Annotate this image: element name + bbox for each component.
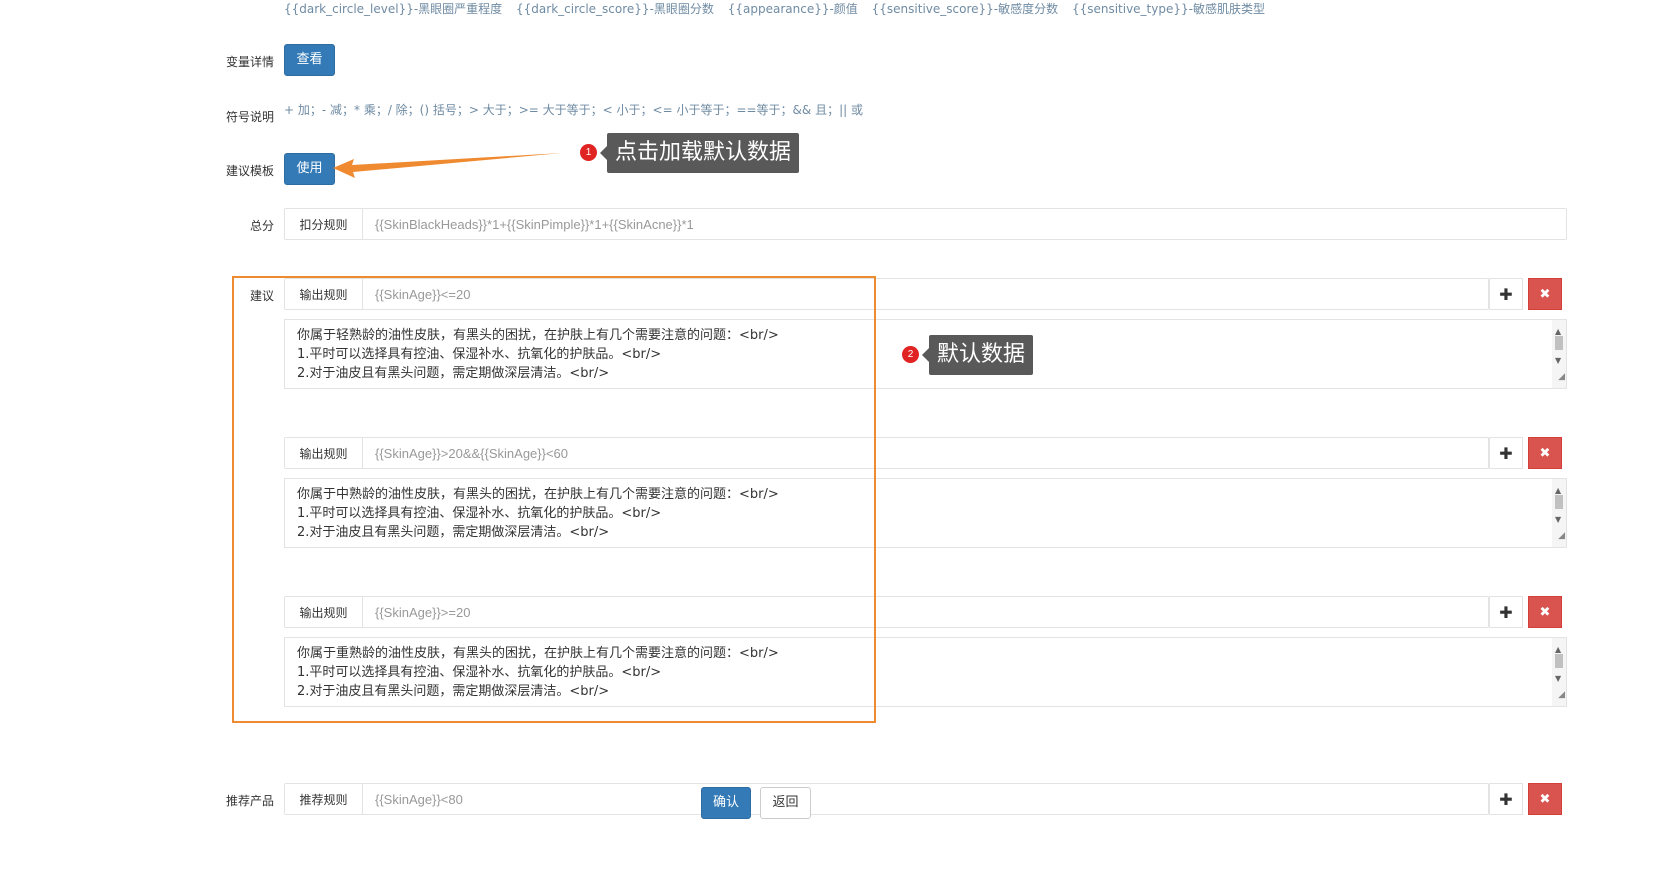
tip-1: 点击加载默认数据	[599, 133, 800, 173]
plus-icon: ✚	[1499, 443, 1513, 463]
resize-handle-icon[interactable]: ◢	[1558, 527, 1565, 546]
var-detail-label: 变量详情	[225, 55, 274, 69]
add-recommend-button[interactable]: ✚	[1489, 783, 1523, 815]
plus-icon: ✚	[1499, 602, 1513, 622]
add-rule-button[interactable]: ✚	[1489, 278, 1523, 310]
delete-rule-button[interactable]: ✖	[1528, 437, 1562, 469]
recommend-rule-input[interactable]: {{SkinAge}}<80	[363, 784, 1488, 814]
variable-item: {{sensitive_type}}-敏感肌肤类型	[1071, 2, 1265, 16]
tip-2-badge: 2	[902, 346, 919, 363]
total-rule-input[interactable]: {{SkinBlackHeads}}*1+{{SkinPimple}}*1+{{…	[363, 209, 1566, 239]
close-icon: ✖	[1539, 445, 1551, 461]
tip-1-badge: 1	[580, 144, 597, 161]
total-rule-group: 扣分规则 {{SkinBlackHeads}}*1+{{SkinPimple}}…	[284, 208, 1567, 240]
variable-item: {{sensitive_score}}-敏感度分数	[871, 2, 1059, 16]
add-rule-button[interactable]: ✚	[1489, 596, 1523, 628]
close-icon: ✖	[1539, 791, 1551, 807]
tip-2: 默认数据	[921, 335, 1034, 375]
recommend-rule-addon: 推荐规则	[285, 784, 363, 814]
back-button[interactable]: 返回	[760, 787, 811, 819]
close-icon: ✖	[1539, 286, 1551, 302]
plus-icon: ✚	[1499, 284, 1513, 304]
recommend-label: 推荐产品	[225, 794, 274, 808]
delete-recommend-button[interactable]: ✖	[1528, 783, 1562, 815]
highlight-box	[232, 276, 876, 723]
close-icon: ✖	[1539, 604, 1551, 620]
deduct-rule-addon: 扣分规则	[285, 209, 363, 239]
symbols-text: + 加；- 减；* 乘；/ 除；() 括号；> 大于；>= 大于等于；< 小于；…	[284, 103, 863, 117]
arrow-annotation	[333, 153, 562, 178]
variable-item: {{appearance}}-颜值	[727, 2, 858, 16]
recommend-rule-group: 推荐规则 {{SkinAge}}<80	[284, 783, 1489, 815]
confirm-button[interactable]: 确认	[701, 787, 751, 819]
add-rule-button[interactable]: ✚	[1489, 437, 1523, 469]
plus-icon: ✚	[1499, 789, 1513, 809]
resize-handle-icon[interactable]: ◢	[1558, 368, 1565, 387]
symbols-label: 符号说明	[225, 110, 274, 124]
resize-handle-icon[interactable]: ◢	[1558, 686, 1565, 705]
view-variables-button[interactable]: 查看	[284, 44, 335, 76]
variable-item: {{dark_circle_score}}-黑眼圈分数	[516, 2, 714, 16]
variables-list: {{dark_circle_level}}-黑眼圈严重程度 {{dark_cir…	[284, 0, 1275, 17]
variable-item: {{dark_circle_level}}-黑眼圈严重程度	[284, 2, 503, 16]
delete-rule-button[interactable]: ✖	[1528, 278, 1562, 310]
use-template-button[interactable]: 使用	[284, 153, 335, 185]
total-label: 总分	[249, 219, 274, 233]
template-label: 建议模板	[225, 164, 274, 178]
delete-rule-button[interactable]: ✖	[1528, 596, 1562, 628]
